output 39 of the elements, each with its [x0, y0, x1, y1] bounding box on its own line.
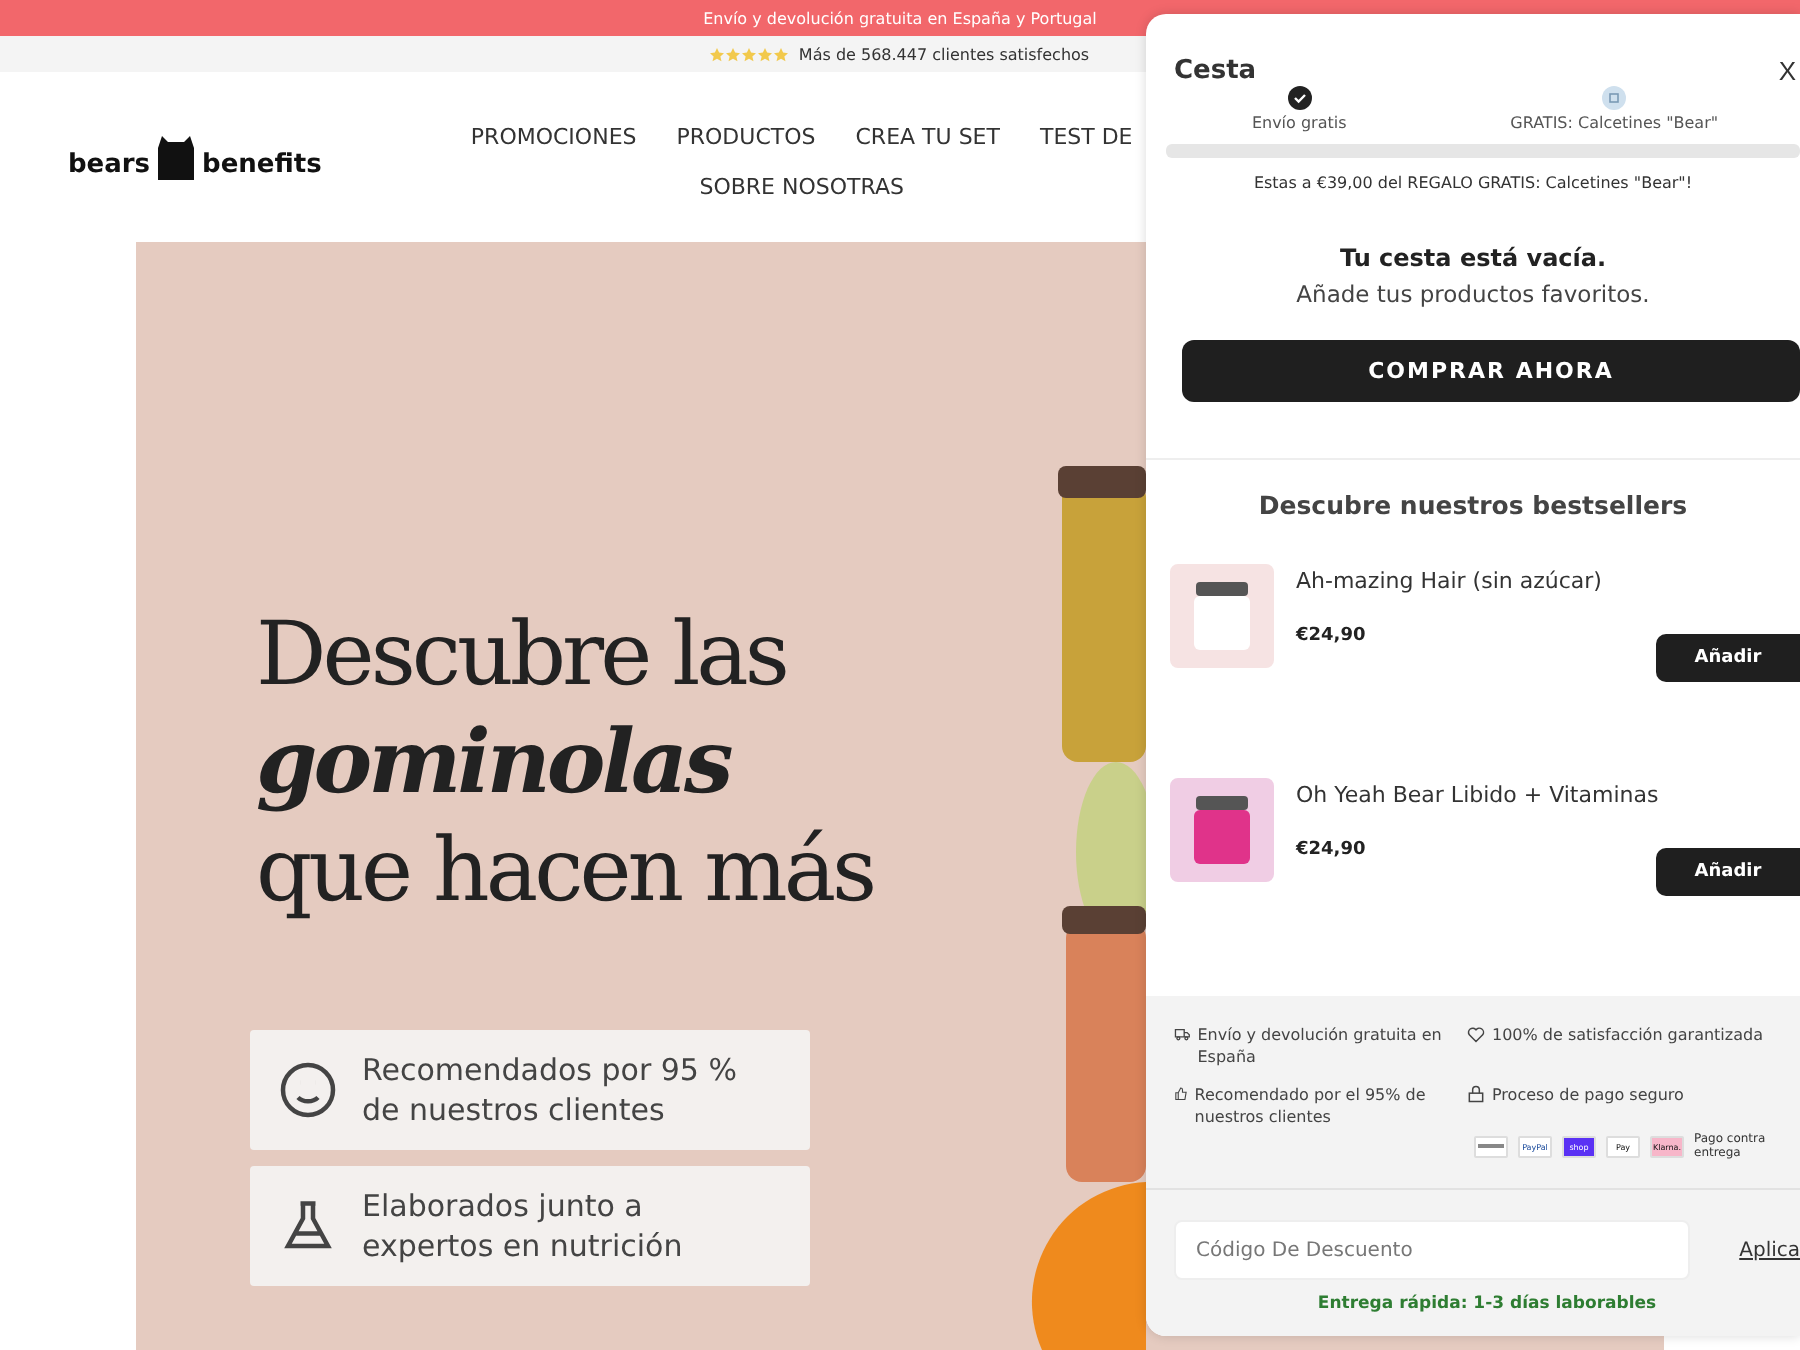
heart-icon: [1466, 1024, 1486, 1044]
nav-link[interactable]: SOBRE NOSOTRAS: [699, 174, 904, 200]
add-button[interactable]: Añadir: [1656, 634, 1800, 682]
add-button[interactable]: Añadir: [1656, 848, 1800, 896]
product-name[interactable]: Oh Yeah Bear Libido + Vitaminas: [1296, 782, 1800, 808]
feature-text: Elaborados junto a expertos en nutrición: [362, 1186, 685, 1266]
cart-title: Cesta: [1174, 56, 1257, 86]
milestone-label: Envío gratis: [1251, 114, 1347, 132]
card-icon: [1474, 1135, 1508, 1157]
empty-cart-subtitle: Añade tus productos favoritos.: [1294, 280, 1652, 308]
thumbs-up-icon: [1174, 1084, 1189, 1104]
lock-icon: [1466, 1084, 1486, 1104]
nav-link[interactable]: TEST DE: [1039, 124, 1133, 150]
truck-icon: [1174, 1024, 1192, 1044]
milestone-label: GRATIS: Calcetines "Bear": [1510, 114, 1719, 132]
rating-text: Más de 568.447 clientes satisfechos: [798, 45, 1090, 63]
product-price: €24,90: [1296, 840, 1368, 860]
benefit-text: 100% de satisfacción garantizada: [1492, 1024, 1763, 1046]
smiley-face-icon: [278, 1060, 338, 1120]
nav-link[interactable]: PRODUCTOS: [676, 124, 816, 150]
product-price: €24,90: [1296, 626, 1368, 646]
bestsellers-title: Descubre nuestros bestsellers: [1256, 490, 1690, 520]
logo-text: benefits: [202, 150, 322, 180]
feature-text: Recomendados por 95 % de nuestros clientes: [362, 1050, 739, 1130]
progress-message: Estas a €39,00 del REGALO GRATIS: Calcetines "Bear"!: [1251, 174, 1695, 192]
nav-link[interactable]: CREA TU SET: [855, 124, 1000, 150]
empty-cart-title: Tu cesta está vacía.: [1337, 244, 1609, 272]
nav-link[interactable]: PROMOCIONES: [470, 124, 637, 150]
benefit-text: Envío y devolución gratuita en España: [1197, 1024, 1444, 1068]
discount-code-field[interactable]: Código De Descuento: [1174, 1220, 1690, 1280]
delivery-note: Entrega rápida: 1-3 días laborables: [1315, 1294, 1659, 1314]
logo-text: bears: [68, 150, 151, 180]
shop-now-button[interactable]: COMPRAR AHORA: [1182, 340, 1800, 402]
benefit-text: Proceso de pago seguro: [1492, 1084, 1684, 1106]
hero-headline: Descubre las gominolas que hacen más: [256, 602, 876, 926]
close-button[interactable]: X: [1778, 56, 1800, 86]
product-name[interactable]: Ah-mazing Hair (sin azúcar): [1296, 568, 1800, 594]
apply-link[interactable]: Aplica: [1739, 1239, 1800, 1261]
benefit-text: Recomendado por el 95% de nuestros clientes: [1194, 1084, 1428, 1128]
